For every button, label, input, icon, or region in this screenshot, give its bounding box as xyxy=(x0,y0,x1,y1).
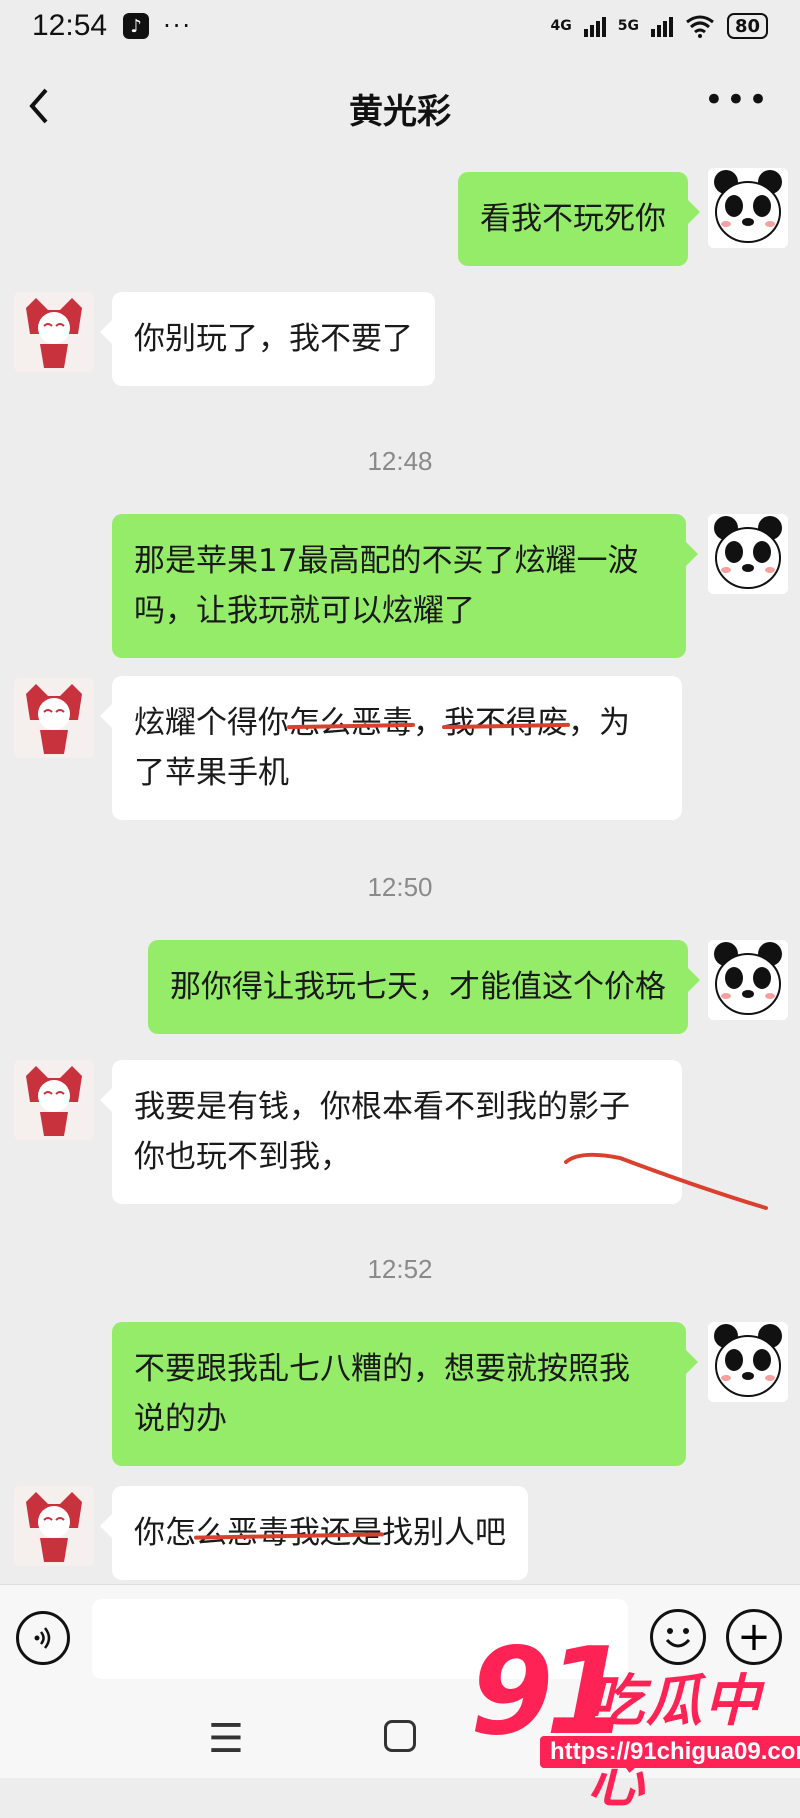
tiktok-icon: ♪ xyxy=(123,13,150,39)
back-button[interactable] xyxy=(26,86,50,136)
message-text-line: 吗，让我玩就可以炫耀了 xyxy=(134,593,475,629)
wifi-icon xyxy=(686,15,714,38)
struck-text: 我不得废 xyxy=(444,705,568,741)
battery-icon: 80 xyxy=(726,13,768,39)
watermark-url: https://91chigua09.com xyxy=(540,1736,800,1768)
cartoon-girl-avatar-icon xyxy=(14,1486,94,1566)
signal-icon xyxy=(650,15,673,37)
message-text-part: 找别人吧 xyxy=(382,1515,506,1551)
network-5g: 5G xyxy=(617,18,639,34)
avatar-me[interactable] xyxy=(708,940,788,1020)
cartoon-girl-avatar-icon xyxy=(14,1060,94,1140)
avatar-me[interactable] xyxy=(708,168,788,248)
voice-icon xyxy=(34,1627,51,1649)
struck-text: 么恶毒我还是 xyxy=(196,1515,382,1551)
message-text-part: 炫耀个得你 xyxy=(134,705,289,741)
chat-title: 黄光彩 xyxy=(349,91,451,132)
message-text-line: 那是苹果17最高配的不买了炫耀一波 xyxy=(134,543,639,579)
more-button[interactable]: ••• xyxy=(704,80,770,120)
voice-button[interactable] xyxy=(16,1611,70,1665)
signal-icon xyxy=(583,15,606,37)
avatar-them[interactable] xyxy=(14,1060,94,1140)
message-text: 你别玩了，我不要了 xyxy=(134,321,413,357)
message-text-part: ，为 xyxy=(568,705,630,741)
message-text-line: 了苹果手机 xyxy=(134,755,289,791)
panda-avatar-icon xyxy=(708,514,788,594)
watermark: 91 吃瓜中心 https://91chigua09.com xyxy=(470,1628,800,1815)
message-bubble-them[interactable]: 炫耀个得你怎么恶毒，我不得废，为 了苹果手机 xyxy=(100,676,682,820)
message-text: 那你得让我玩七天，才能值这个价格 xyxy=(170,969,666,1005)
message-bubble-me[interactable]: 那你得让我玩七天，才能值这个价格 xyxy=(148,940,700,1034)
red-underline-annotation xyxy=(564,1152,768,1210)
message-text-part: ， xyxy=(413,705,444,741)
message-text-line: 炫耀个得你怎么恶毒，我不得废，为 xyxy=(134,698,660,748)
network-4g: 4G xyxy=(550,18,572,34)
message-text-line: 说的办 xyxy=(134,1401,227,1437)
more-horizontal-icon: ••• xyxy=(703,80,770,120)
avatar-them[interactable] xyxy=(14,1486,94,1566)
cartoon-girl-avatar-icon xyxy=(14,292,94,372)
message-bubble-them[interactable]: 你怎么恶毒我还是找别人吧 xyxy=(100,1486,528,1580)
message-text-part: 你怎 xyxy=(134,1515,196,1551)
message-bubble-me[interactable]: 看我不玩死你 xyxy=(458,172,700,266)
cartoon-girl-avatar-icon xyxy=(14,678,94,758)
avatar-them[interactable] xyxy=(14,292,94,372)
timestamp: 12:48 xyxy=(367,446,433,476)
more-dots-icon: ··· xyxy=(163,12,192,40)
chat-header: 黄光彩 ••• xyxy=(0,52,800,164)
message-bubble-me[interactable]: 那是苹果17最高配的不买了炫耀一波 吗，让我玩就可以炫耀了 xyxy=(112,514,698,658)
menu-icon[interactable]: ☰ xyxy=(208,1716,244,1762)
status-time: 12:54 xyxy=(32,9,108,42)
timestamp: 12:50 xyxy=(367,872,433,902)
struck-text: 怎么恶毒 xyxy=(289,705,413,741)
message-bubble-them[interactable]: 你别玩了，我不要了 xyxy=(100,292,435,386)
chevron-left-icon xyxy=(29,88,48,124)
home-icon[interactable] xyxy=(384,1720,416,1752)
avatar-me[interactable] xyxy=(708,514,788,594)
message-bubble-me[interactable]: 不要跟我乱七八糟的，想要就按照我 说的办 xyxy=(112,1322,698,1466)
panda-avatar-icon xyxy=(708,1322,788,1402)
panda-avatar-icon xyxy=(708,940,788,1020)
timestamp: 12:52 xyxy=(367,1254,433,1284)
message-text-line: 不要跟我乱七八糟的，想要就按照我 xyxy=(134,1351,630,1387)
status-bar: 12:54 ♪ ··· 4G 5G 80 xyxy=(0,0,800,52)
battery-level: 80 xyxy=(734,15,760,37)
panda-avatar-icon xyxy=(708,168,788,248)
avatar-me[interactable] xyxy=(708,1322,788,1402)
message-text-line: 我要是有钱，你根本看不到我的影子 xyxy=(134,1089,630,1125)
message-text: 看我不玩死你 xyxy=(480,201,666,237)
avatar-them[interactable] xyxy=(14,678,94,758)
